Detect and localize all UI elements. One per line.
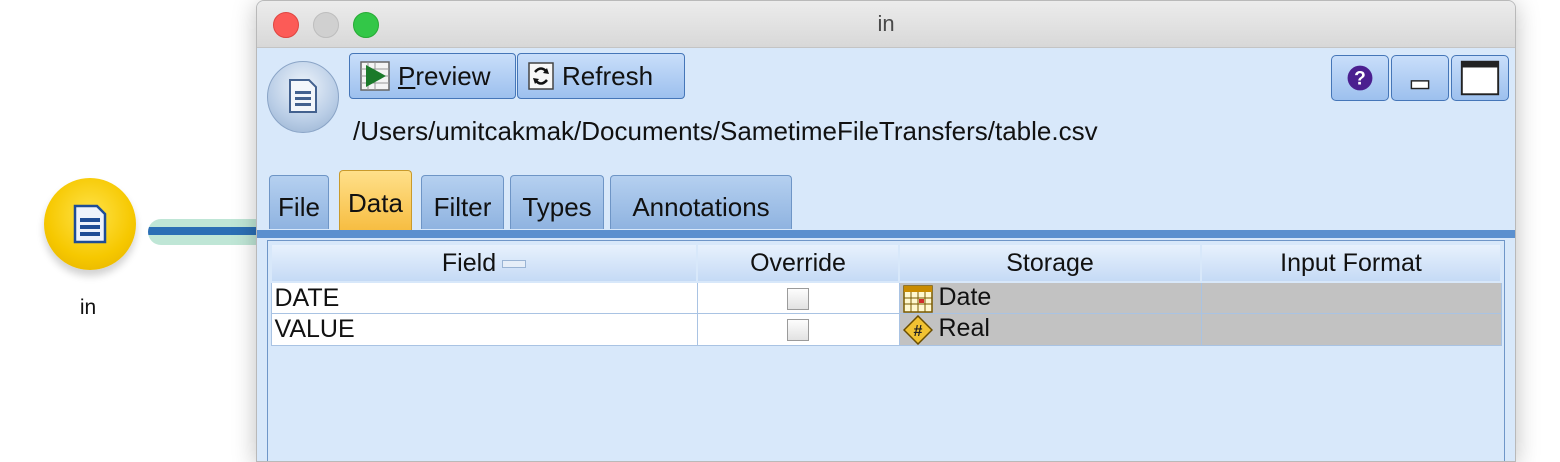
override-checkbox[interactable] bbox=[787, 319, 809, 342]
refresh-icon bbox=[528, 62, 554, 90]
storage-label: Real bbox=[938, 314, 990, 343]
table-row[interactable]: VALUE # Real bbox=[270, 313, 1502, 346]
file-path: /Users/umitcakmak/Documents/SametimeFile… bbox=[353, 116, 1098, 146]
svg-text:?: ? bbox=[1354, 69, 1366, 90]
file-icon bbox=[289, 79, 317, 113]
maximize-icon bbox=[1460, 60, 1500, 96]
override-checkbox[interactable] bbox=[787, 288, 809, 311]
field-name-cell[interactable]: DATE bbox=[270, 281, 698, 315]
column-header-field-label: Field bbox=[441, 248, 497, 277]
tab-types[interactable]: Types bbox=[510, 175, 604, 229]
tab-divider bbox=[257, 230, 1515, 238]
title-bar: in bbox=[257, 1, 1515, 48]
source-node[interactable] bbox=[44, 178, 136, 270]
table-row[interactable]: DATE Date bbox=[270, 281, 1502, 315]
input-format-cell[interactable] bbox=[1200, 281, 1502, 315]
input-format-cell[interactable] bbox=[1200, 313, 1502, 346]
field-table: Field Override Storage Input Format DATE bbox=[270, 243, 1502, 346]
tab-data[interactable]: Data bbox=[339, 170, 412, 234]
tab-file[interactable]: File bbox=[269, 175, 329, 229]
minimize-icon bbox=[1410, 80, 1430, 90]
play-table-icon bbox=[360, 61, 390, 91]
file-icon bbox=[73, 204, 107, 244]
calendar-icon bbox=[902, 285, 933, 314]
column-header-storage[interactable]: Storage bbox=[898, 243, 1202, 283]
refresh-button[interactable]: Refresh bbox=[517, 53, 685, 99]
table-header-row: Field Override Storage Input Format bbox=[270, 243, 1502, 283]
stream-link bbox=[148, 219, 268, 245]
preview-mnemonic: P bbox=[398, 60, 416, 91]
preview-button[interactable]: Preview bbox=[349, 53, 516, 99]
storage-label: Date bbox=[938, 283, 992, 311]
real-number-icon: # bbox=[902, 314, 933, 345]
storage-cell[interactable]: Date bbox=[898, 281, 1202, 315]
preview-label: review bbox=[415, 60, 491, 91]
field-name-cell[interactable]: VALUE bbox=[270, 313, 698, 346]
override-cell[interactable] bbox=[696, 313, 900, 346]
help-button[interactable]: ? bbox=[1331, 55, 1389, 101]
storage-cell[interactable]: # Real bbox=[898, 313, 1202, 346]
tab-filter[interactable]: Filter bbox=[421, 175, 504, 229]
node-label: in bbox=[79, 296, 97, 319]
column-header-override[interactable]: Override bbox=[696, 243, 900, 283]
node-type-icon bbox=[267, 61, 339, 133]
dialog-content: Preview Refresh ? /Users/umitcakmak/Docu… bbox=[257, 48, 1515, 461]
sort-indicator-icon bbox=[502, 259, 527, 268]
tab-annotations[interactable]: Annotations bbox=[610, 175, 792, 229]
minimize-panel-button[interactable] bbox=[1391, 55, 1449, 101]
help-icon: ? bbox=[1347, 65, 1373, 91]
maximize-panel-button[interactable] bbox=[1451, 55, 1509, 101]
column-header-field[interactable]: Field bbox=[270, 243, 698, 283]
window-title: in bbox=[877, 11, 895, 36]
svg-text:#: # bbox=[913, 323, 922, 340]
refresh-label: Refresh bbox=[562, 60, 654, 91]
column-header-input-format[interactable]: Input Format bbox=[1200, 243, 1502, 283]
field-table-panel: Field Override Storage Input Format DATE bbox=[267, 240, 1505, 461]
override-cell[interactable] bbox=[696, 281, 900, 315]
source-node-dialog: in Preview Refresh ? /Users/umitcakmak/D… bbox=[256, 0, 1516, 462]
